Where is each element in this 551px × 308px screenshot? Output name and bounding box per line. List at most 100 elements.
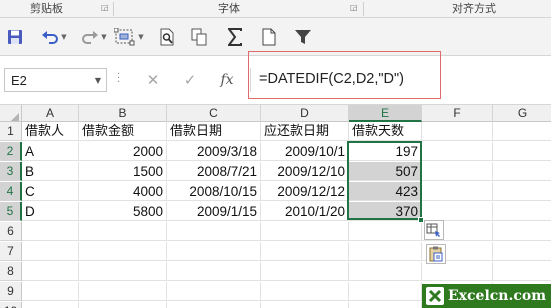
- cell-e10[interactable]: [349, 302, 422, 308]
- cell-b4[interactable]: 4000: [79, 182, 167, 201]
- cell-e3[interactable]: 507: [349, 162, 422, 181]
- cell-c1[interactable]: 借款日期: [167, 122, 261, 141]
- cell-b7[interactable]: [79, 242, 167, 261]
- row-header-3[interactable]: 3: [0, 162, 22, 181]
- row-header-9[interactable]: 9: [0, 282, 22, 301]
- cell-c10[interactable]: [167, 302, 261, 308]
- cell-g6[interactable]: [493, 222, 551, 241]
- cell-a6[interactable]: [22, 222, 79, 241]
- cell-f3[interactable]: [422, 162, 493, 181]
- cell-e7[interactable]: [349, 242, 422, 261]
- paste-options-button[interactable]: [426, 244, 446, 264]
- redo-button[interactable]: ▼: [80, 26, 108, 48]
- formula-input[interactable]: =DATEDIF(C2,D2,"D"): [250, 68, 548, 92]
- row-header-2[interactable]: 2: [0, 142, 22, 161]
- cell-c9[interactable]: [167, 282, 261, 301]
- row-header-1[interactable]: 1: [0, 122, 22, 141]
- cell-b8[interactable]: [79, 262, 167, 281]
- cell-d5[interactable]: 2010/1/20: [261, 202, 349, 221]
- column-header-d[interactable]: D: [261, 105, 349, 122]
- cell-a7[interactable]: [22, 242, 79, 261]
- cell-e4[interactable]: 423: [349, 182, 422, 201]
- column-header-g[interactable]: G: [493, 105, 551, 122]
- cell-d9[interactable]: [261, 282, 349, 301]
- row-header-6[interactable]: 6: [0, 222, 22, 241]
- new-document-button[interactable]: [259, 26, 279, 48]
- cell-b6[interactable]: [79, 222, 167, 241]
- name-box[interactable]: E2 ▼: [4, 68, 107, 92]
- cell-d6[interactable]: [261, 222, 349, 241]
- cell-b1[interactable]: 借款金额: [79, 122, 167, 141]
- cell-e1[interactable]: 借款天数: [349, 122, 422, 141]
- cell-c3[interactable]: 2008/7/21: [167, 162, 261, 181]
- filter-button[interactable]: [292, 26, 314, 48]
- cell-g8[interactable]: [493, 262, 551, 281]
- autosum-button[interactable]: [225, 26, 245, 48]
- cell-f1[interactable]: [422, 122, 493, 141]
- worksheet-grid[interactable]: ABCDEFG 12345678910 借款人借款金额借款日期应还款日期借款天数…: [0, 104, 551, 308]
- cell-e2[interactable]: 197: [349, 142, 422, 161]
- cell-c7[interactable]: [167, 242, 261, 261]
- cell-a3[interactable]: B: [22, 162, 79, 181]
- cell-d1[interactable]: 应还款日期: [261, 122, 349, 141]
- cell-a9[interactable]: [22, 282, 79, 301]
- cell-b3[interactable]: 1500: [79, 162, 167, 181]
- column-header-f[interactable]: F: [422, 105, 493, 122]
- cell-g3[interactable]: [493, 162, 551, 181]
- cell-d3[interactable]: 2009/12/10: [261, 162, 349, 181]
- print-preview-button[interactable]: [157, 26, 177, 48]
- cell-g1[interactable]: [493, 122, 551, 141]
- cell-d2[interactable]: 2009/10/1: [261, 142, 349, 161]
- cell-c6[interactable]: [167, 222, 261, 241]
- cell-b5[interactable]: 5800: [79, 202, 167, 221]
- cell-b10[interactable]: [79, 302, 167, 308]
- cell-e6[interactable]: [349, 222, 422, 241]
- cell-g2[interactable]: [493, 142, 551, 161]
- cancel-button[interactable]: ✕: [143, 70, 163, 90]
- copy-button[interactable]: [189, 26, 209, 48]
- cell-g7[interactable]: [493, 242, 551, 261]
- cell-g4[interactable]: [493, 182, 551, 201]
- quick-analysis-button[interactable]: [424, 220, 444, 240]
- cell-b2[interactable]: 2000: [79, 142, 167, 161]
- column-header-a[interactable]: A: [22, 105, 79, 122]
- cell-f8[interactable]: [422, 262, 493, 281]
- cell-e8[interactable]: [349, 262, 422, 281]
- row-header-10[interactable]: 10: [0, 302, 22, 308]
- cell-g5[interactable]: [493, 202, 551, 221]
- row-header-4[interactable]: 4: [0, 182, 22, 201]
- cell-b9[interactable]: [79, 282, 167, 301]
- save-button[interactable]: [6, 26, 24, 48]
- select-all-button[interactable]: [0, 105, 22, 123]
- chevron-down-icon[interactable]: ▼: [101, 33, 106, 41]
- row-header-7[interactable]: 7: [0, 242, 22, 261]
- cell-a8[interactable]: [22, 262, 79, 281]
- row-header-8[interactable]: 8: [0, 262, 22, 281]
- resize-handle[interactable]: · · ·: [117, 70, 120, 88]
- cell-f5[interactable]: [422, 202, 493, 221]
- column-header-c[interactable]: C: [167, 105, 261, 122]
- row-header-5[interactable]: 5: [0, 202, 22, 221]
- cell-a2[interactable]: A: [22, 142, 79, 161]
- cell-d10[interactable]: [261, 302, 349, 308]
- cell-c2[interactable]: 2009/3/18: [167, 142, 261, 161]
- cell-f4[interactable]: [422, 182, 493, 201]
- cell-d8[interactable]: [261, 262, 349, 281]
- dialog-launcher-icon[interactable]: ◲: [350, 4, 358, 12]
- column-header-b[interactable]: B: [79, 105, 167, 122]
- dialog-launcher-icon[interactable]: ◲: [101, 4, 109, 12]
- cell-c5[interactable]: 2009/1/15: [167, 202, 261, 221]
- chevron-down-icon[interactable]: ▼: [138, 33, 143, 41]
- cell-a10[interactable]: [22, 302, 79, 308]
- cell-a4[interactable]: C: [22, 182, 79, 201]
- cell-a5[interactable]: D: [22, 202, 79, 221]
- column-header-e[interactable]: E: [349, 105, 422, 122]
- chevron-down-icon[interactable]: ▼: [95, 76, 101, 85]
- undo-button[interactable]: ▼: [40, 26, 68, 48]
- chevron-down-icon[interactable]: ▼: [61, 33, 66, 41]
- cell-d4[interactable]: 2009/12/12: [261, 182, 349, 201]
- cell-c4[interactable]: 2008/10/15: [167, 182, 261, 201]
- cell-f2[interactable]: [422, 142, 493, 161]
- enter-button[interactable]: ✓: [180, 70, 200, 90]
- select-objects-button[interactable]: ▼: [112, 26, 146, 48]
